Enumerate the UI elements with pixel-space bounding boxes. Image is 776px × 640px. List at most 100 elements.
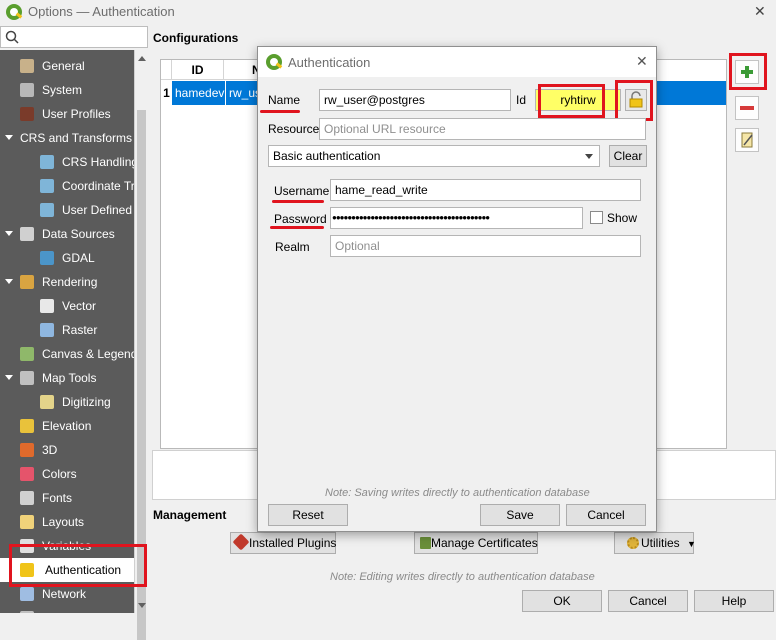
scroll-up-icon[interactable]	[138, 56, 146, 61]
sidebar-item-vector[interactable]: Vector	[0, 294, 134, 318]
sidebar-item-label: CRS and Transforms	[20, 131, 133, 145]
manage-certificates-button[interactable]: Manage Certificates	[414, 532, 538, 554]
chevron-down-icon: ▼	[687, 539, 696, 549]
sidebar-item-system[interactable]: System	[0, 78, 134, 102]
layout-icon	[20, 515, 34, 529]
resource-label: Resource	[268, 122, 320, 136]
row-id-cell: hamedev	[175, 86, 225, 100]
authentication-highlight-box	[9, 544, 147, 587]
sidebar-item-coordinate-tra[interactable]: Coordinate Tra	[0, 174, 134, 198]
installed-plugins-button[interactable]: Installed Plugins	[230, 532, 336, 554]
sidebar-item-label: Data Sources	[42, 227, 115, 241]
gear-icon	[20, 83, 34, 97]
search-icon	[5, 30, 19, 44]
auth-method-select[interactable]: Basic authentication	[268, 145, 600, 167]
minus-icon	[740, 106, 754, 110]
sidebar-item-user-defined-c[interactable]: User Defined C	[0, 198, 134, 222]
sidebar-item-fonts[interactable]: Fonts	[0, 486, 134, 510]
show-password-checkbox[interactable]	[590, 211, 603, 224]
gear-icon	[627, 537, 639, 549]
authentication-dialog: Authentication ✕ Name rw_user@postgres I…	[257, 46, 657, 532]
user-icon	[20, 107, 34, 121]
sidebar-item-data-sources[interactable]: Data Sources	[0, 222, 134, 246]
sidebar-item-label: Layouts	[42, 515, 85, 529]
sidebar-item-gdal[interactable]: GDAL	[0, 246, 134, 270]
realm-label: Realm	[275, 240, 310, 254]
scroll-down-icon[interactable]	[138, 603, 146, 608]
canvas-icon	[20, 347, 34, 361]
expand-arrow-icon[interactable]	[5, 135, 13, 140]
name-input[interactable]: rw_user@postgres	[319, 89, 511, 111]
window-titlebar: Options — Authentication ✕	[0, 0, 776, 24]
options-cancel-button[interactable]: Cancel	[608, 590, 688, 612]
sidebar-item-label: User Defined C	[62, 203, 134, 217]
password-underline	[270, 226, 324, 229]
raster-icon	[40, 323, 54, 337]
sidebar-item-label: CRS Handling	[62, 155, 134, 169]
clear-button[interactable]: Clear	[609, 145, 647, 167]
expand-arrow-icon[interactable]	[5, 231, 13, 236]
realm-input[interactable]: Optional	[330, 235, 641, 257]
certificate-icon	[420, 537, 431, 549]
dialog-cancel-button[interactable]: Cancel	[566, 504, 646, 526]
brush-icon	[20, 275, 34, 289]
password-input[interactable]: ●●●●●●●●●●●●●●●●●●●●●●●●●●●●●●●●●●●●●●●●…	[330, 207, 583, 229]
expand-arrow-icon[interactable]	[5, 375, 13, 380]
sidebar-item-label: Canvas & Legend	[42, 347, 134, 361]
globe-icon	[40, 179, 54, 193]
reset-button[interactable]: Reset	[268, 504, 348, 526]
options-search-input[interactable]	[0, 26, 148, 48]
sidebar-item-label: Fonts	[42, 491, 73, 505]
sidebar-item-elevation[interactable]: Elevation	[0, 414, 134, 438]
window-close-icon[interactable]: ✕	[754, 3, 766, 20]
sidebar-item-layouts[interactable]: Layouts	[0, 510, 134, 534]
globe-icon	[40, 203, 54, 217]
sidebar-item-digitizing[interactable]: Digitizing	[0, 390, 134, 414]
sidebar-item-general[interactable]: General	[0, 54, 134, 78]
sidebar-item-user-profiles[interactable]: User Profiles	[0, 102, 134, 126]
sidebar-item-label: GDAL	[62, 251, 95, 265]
window-title: Options — Authentication	[28, 4, 175, 19]
add-config-highlight-box	[729, 53, 767, 90]
expand-arrow-icon[interactable]	[5, 279, 13, 284]
id-highlight-box	[538, 84, 605, 118]
sidebar-item-raster[interactable]: Raster	[0, 318, 134, 342]
dialog-close-icon[interactable]: ✕	[636, 53, 648, 70]
sidebar-item-colors[interactable]: Colors	[0, 462, 134, 486]
id-label: Id	[516, 93, 527, 107]
username-input[interactable]: hame_read_write	[330, 179, 641, 201]
column-header-id[interactable]: ID	[172, 60, 224, 80]
sidebar-item-rendering[interactable]: Rendering	[0, 270, 134, 294]
row-name-cell: rw_us	[225, 81, 261, 105]
table-corner	[161, 60, 172, 80]
table-icon	[20, 227, 34, 241]
username-label: Username	[274, 184, 330, 198]
installed-plugins-label: Installed Plugins	[249, 536, 337, 550]
sidebar-item-gps[interactable]: GPS	[0, 606, 134, 613]
sidebar-item-label: Elevation	[42, 419, 92, 433]
utilities-button[interactable]: Utilities ▼	[614, 532, 696, 554]
lock-highlight-box	[615, 80, 653, 121]
map-tools-icon	[20, 371, 34, 385]
resource-input[interactable]: Optional URL resource	[319, 118, 646, 140]
sidebar-item-label: Map Tools	[42, 371, 97, 385]
sidebar-item-crs-and-transforms[interactable]: CRS and Transforms	[0, 126, 134, 150]
vector-icon	[40, 299, 54, 313]
help-button[interactable]: Help	[694, 590, 774, 612]
gdal-icon	[40, 251, 54, 265]
ok-button[interactable]: OK	[522, 590, 602, 612]
resource-placeholder: Optional URL resource	[324, 122, 446, 136]
dialog-title: Authentication	[288, 55, 371, 70]
save-button[interactable]: Save	[480, 504, 560, 526]
realm-placeholder: Optional	[335, 239, 380, 253]
sidebar-item-3d[interactable]: 3D	[0, 438, 134, 462]
digitize-icon	[40, 395, 54, 409]
sidebar-item-label: System	[42, 83, 83, 97]
sidebar-item-crs-handling[interactable]: CRS Handling	[0, 150, 134, 174]
edit-config-button[interactable]	[735, 128, 759, 152]
sidebar-scrollbar[interactable]	[134, 50, 148, 640]
sidebar-item-map-tools[interactable]: Map Tools	[0, 366, 134, 390]
sidebar-item-canvas-legend[interactable]: Canvas & Legend	[0, 342, 134, 366]
font-icon	[20, 491, 34, 505]
remove-config-button[interactable]	[735, 96, 759, 120]
